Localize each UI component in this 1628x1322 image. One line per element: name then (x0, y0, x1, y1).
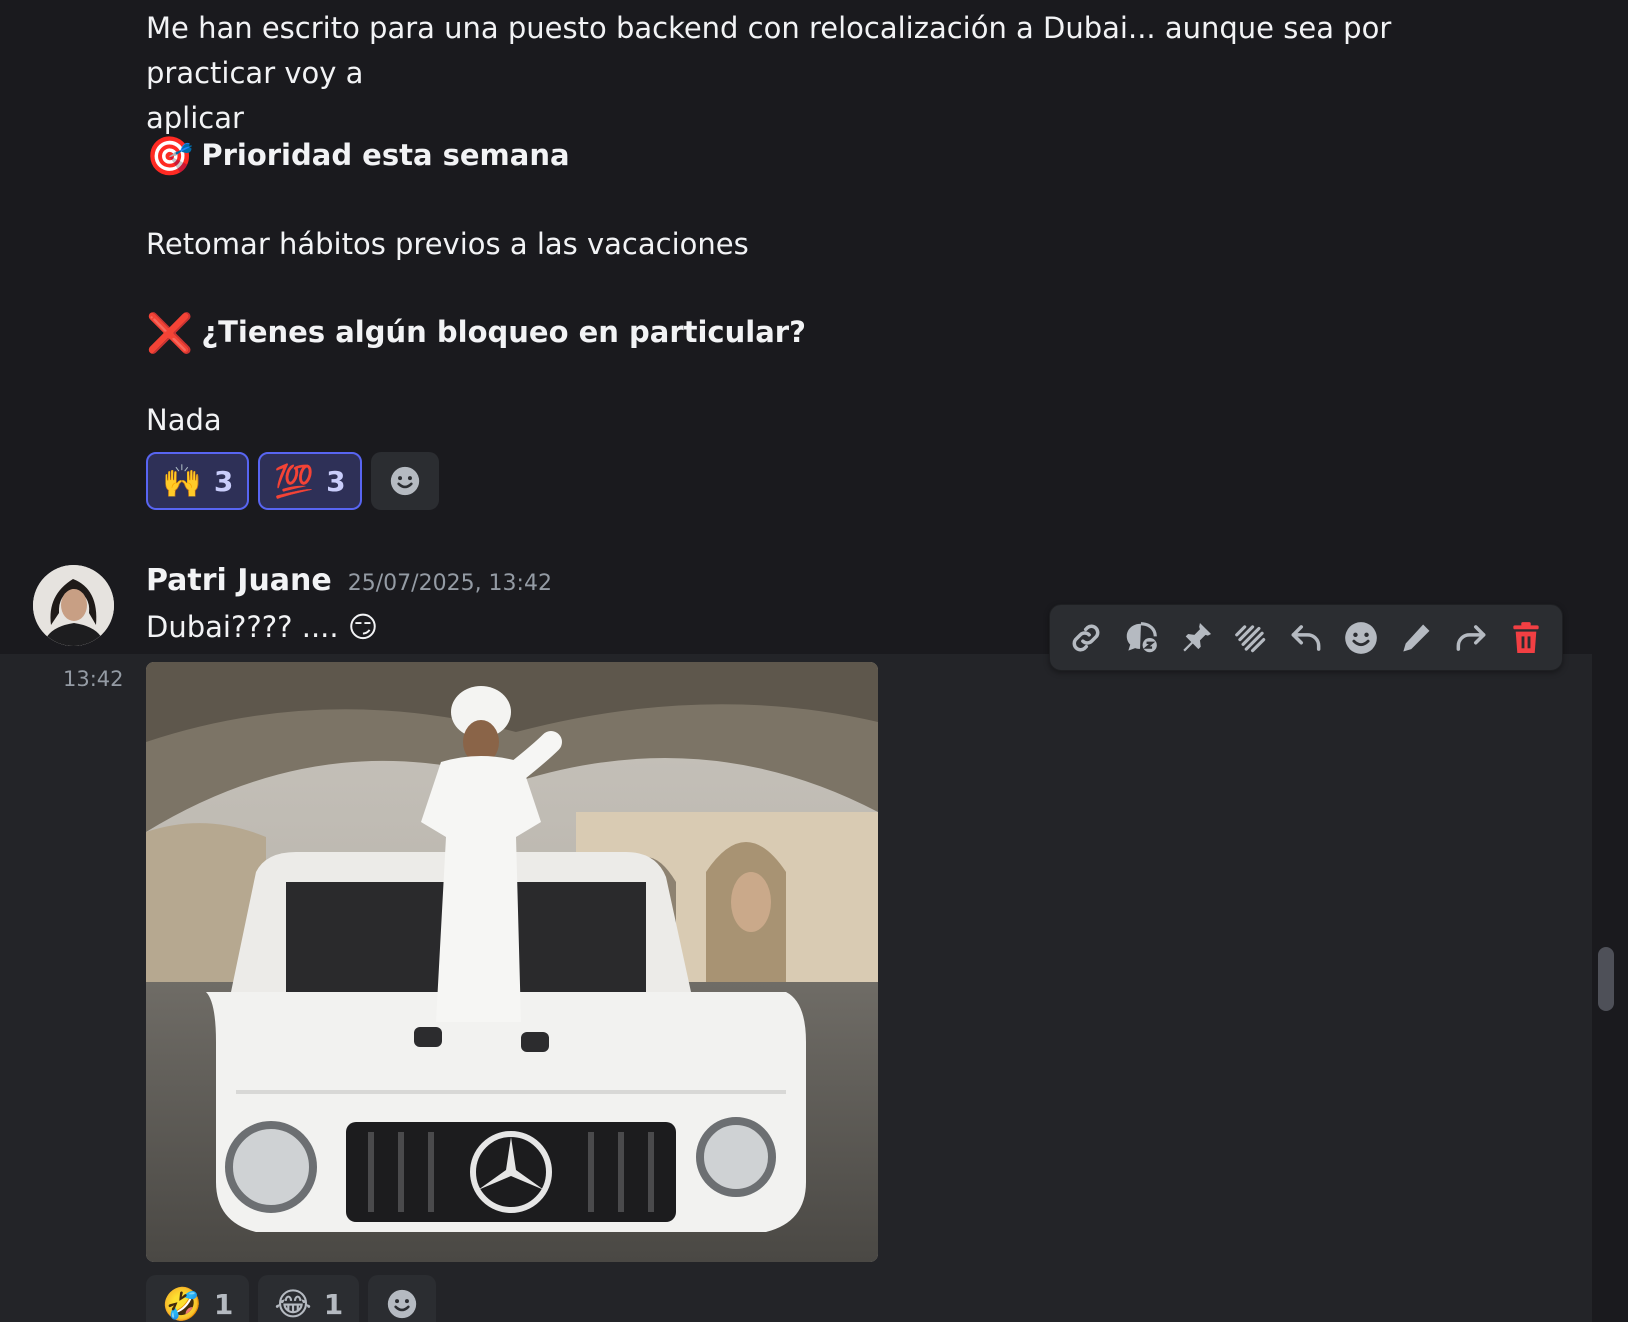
reaction-bar: 🤣 1 😂 1 (146, 1275, 437, 1322)
priority-heading-text: Prioridad esta semana (201, 138, 570, 172)
forward-button[interactable] (1448, 615, 1494, 661)
priority-heading: 🎯 Prioridad esta semana (146, 133, 1526, 178)
chat-area: Me han escrito para una puesto backend c… (0, 0, 1628, 1322)
smiley-icon (390, 466, 419, 496)
edit-icon (1403, 624, 1430, 651)
gif-image (146, 662, 878, 1262)
reaction-raised-hands[interactable]: 🙌 3 (146, 452, 250, 510)
reaction-count: 1 (213, 1287, 234, 1321)
tears-of-joy-icon: 😂 (274, 1285, 312, 1322)
link-icon (1072, 624, 1099, 651)
copy-link-button[interactable] (1063, 615, 1109, 661)
side-timestamp[interactable]: 13:42 (63, 667, 124, 691)
scrollbar-thumb[interactable] (1598, 947, 1614, 1011)
reaction-count: 1 (323, 1287, 344, 1321)
emoji-icon (1345, 621, 1377, 654)
rolling-laughing-icon: 🤣 (162, 1285, 202, 1322)
pin-message-button[interactable] (1173, 615, 1219, 661)
gif-attachment[interactable] (146, 662, 878, 1262)
forward-icon (1456, 624, 1486, 651)
pin-icon (1183, 622, 1211, 651)
message-header: Patri Juane 25/07/2025, 13:42 (146, 563, 552, 598)
blocker-heading-text: ¿Tienes algún bloqueo en particular? (201, 315, 806, 349)
reaction-count: 3 (213, 464, 234, 498)
reaction-joy[interactable]: 😂 1 (258, 1275, 360, 1322)
avatar-image (33, 565, 114, 646)
apps-button[interactable] (1228, 615, 1274, 661)
thread-icon (1126, 621, 1157, 652)
reply-button[interactable] (1283, 615, 1329, 661)
message-line-1: Me han escrito para una puesto backend c… (146, 11, 1392, 90)
add-reaction-button[interactable] (368, 1275, 437, 1322)
author-name[interactable]: Patri Juane (146, 563, 332, 598)
message-action-toolbar (1049, 604, 1563, 671)
reaction-rofl[interactable]: 🤣 1 (146, 1275, 250, 1322)
reaction-bar: 🙌 3 💯 3 (146, 452, 439, 510)
avatar[interactable] (33, 565, 114, 646)
create-thread-button[interactable] (1118, 615, 1164, 661)
raised-hands-icon: 🙌 (162, 462, 202, 500)
apps-icon (1235, 624, 1266, 652)
cross-mark-icon: ❌ (146, 310, 194, 355)
priority-text: Retomar hábitos previos a las vacaciones (146, 227, 749, 261)
reaction-count: 3 (326, 464, 346, 498)
hundred-points-icon: 💯 (274, 462, 315, 500)
edit-button[interactable] (1393, 615, 1439, 661)
delete-button[interactable] (1503, 615, 1549, 661)
blocker-text: Nada (146, 403, 222, 437)
blocker-heading: ❌ ¿Tienes algún bloqueo en particular? (146, 310, 1526, 355)
reply-icon (1291, 624, 1321, 651)
target-icon: 🎯 (146, 133, 194, 178)
add-reaction-button[interactable] (370, 452, 439, 510)
reaction-hundred[interactable]: 💯 3 (258, 452, 362, 510)
delete-icon (1513, 621, 1540, 653)
message-timestamp[interactable]: 25/07/2025, 13:42 (348, 571, 552, 596)
smiley-icon (388, 1289, 417, 1319)
message-text-line: Me han escrito para una puesto backend c… (146, 6, 1526, 141)
add-reaction-toolbar-button[interactable] (1338, 615, 1384, 661)
